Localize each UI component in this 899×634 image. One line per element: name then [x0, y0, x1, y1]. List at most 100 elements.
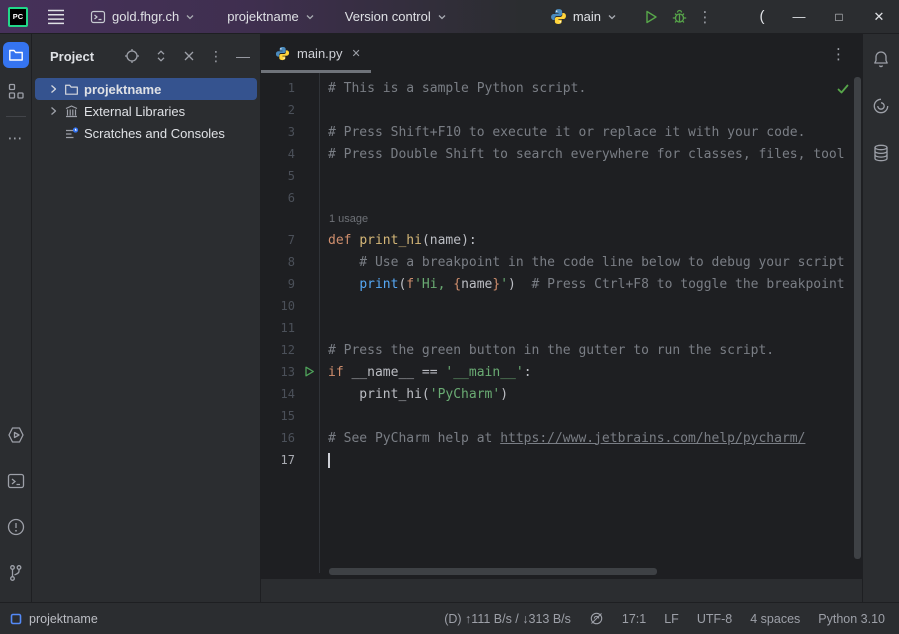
- code-text[interactable]: def print_hi(name):: [319, 233, 852, 248]
- gutter-line-4[interactable]: 4: [261, 143, 319, 165]
- library-icon: [64, 104, 84, 119]
- close-button[interactable]: ✕: [859, 2, 899, 32]
- code-line-2[interactable]: 2: [261, 99, 852, 121]
- expand-collapse-icon[interactable]: [153, 48, 169, 64]
- hide-panel-icon[interactable]: —: [236, 49, 250, 63]
- problems-tool-button[interactable]: [3, 514, 29, 540]
- gutter-line-2[interactable]: 2: [261, 99, 319, 121]
- debug-button[interactable]: [665, 4, 693, 30]
- code-line-7[interactable]: 7def print_hi(name):: [261, 229, 852, 251]
- project-tool-window: Project ⋮— projektnameExternal Libraries…: [32, 34, 261, 602]
- tab-close-icon[interactable]: ✕: [352, 47, 361, 60]
- remote-host-selector[interactable]: gold.fhgr.ch: [84, 5, 201, 29]
- code-line-11[interactable]: 11: [261, 317, 852, 339]
- code-line-1[interactable]: 1# This is a sample Python script.: [261, 77, 852, 99]
- vertical-scrollbar[interactable]: [854, 77, 861, 559]
- horizontal-scrollbar[interactable]: [329, 568, 657, 575]
- more-tool-windows-icon[interactable]: ⋯: [8, 129, 24, 147]
- crescent-icon[interactable]: (: [745, 8, 779, 25]
- code-line-13[interactable]: 13if __name__ == '__main__':: [261, 361, 852, 383]
- code-line-17[interactable]: 17: [261, 449, 852, 471]
- tab-options-icon[interactable]: ⋮: [831, 45, 846, 63]
- chevron-right-icon[interactable]: [48, 106, 64, 116]
- code-line-6[interactable]: 6: [261, 187, 852, 209]
- minimize-button[interactable]: —: [779, 2, 819, 32]
- code-text[interactable]: print_hi('PyCharm'): [319, 387, 852, 402]
- code-line-14[interactable]: 14 print_hi('PyCharm'): [261, 383, 852, 405]
- code-line-10[interactable]: 10: [261, 295, 852, 317]
- code-text[interactable]: # Press Shift+F10 to execute it or repla…: [319, 125, 852, 140]
- rail-divider: [6, 116, 26, 117]
- status-project-widget[interactable]: projektname: [10, 612, 98, 626]
- code-line-3[interactable]: 3# Press Shift+F10 to execute it or repl…: [261, 121, 852, 143]
- token: ': [500, 277, 508, 292]
- code-line-8[interactable]: 8 # Use a breakpoint in the code line be…: [261, 251, 852, 273]
- code-line-5[interactable]: 5: [261, 165, 852, 187]
- code-text[interactable]: [319, 453, 852, 468]
- terminal-tool-button[interactable]: [3, 468, 29, 494]
- tree-item-scratches-and-consoles[interactable]: Scratches and Consoles: [35, 122, 257, 144]
- locate-icon[interactable]: [124, 48, 140, 64]
- folderOutline-icon: [64, 82, 84, 97]
- gutter-line-1[interactable]: 1: [261, 77, 319, 99]
- gutter-line-11[interactable]: 11: [261, 317, 319, 339]
- token: def: [328, 233, 351, 248]
- file-encoding[interactable]: UTF-8: [697, 612, 732, 626]
- gutter-line-9[interactable]: 9: [261, 273, 319, 295]
- code-line-4[interactable]: 4# Press Double Shift to search everywhe…: [261, 143, 852, 165]
- vcs-widget[interactable]: Version control: [339, 5, 453, 28]
- chevron-right-icon[interactable]: [48, 84, 64, 94]
- tree-item-external-libraries[interactable]: External Libraries: [35, 100, 257, 122]
- gutter-line-8[interactable]: 8: [261, 251, 319, 273]
- gutter-line-16[interactable]: 16: [261, 427, 319, 449]
- gutter-line-15[interactable]: 15: [261, 405, 319, 427]
- project-tool-button[interactable]: [3, 42, 29, 68]
- ai-assistant-icon[interactable]: [868, 93, 894, 119]
- line-separator[interactable]: LF: [664, 612, 679, 626]
- caret-position[interactable]: 17:1: [622, 612, 646, 626]
- database-icon[interactable]: [868, 140, 894, 166]
- gutter-line-12[interactable]: 12: [261, 339, 319, 361]
- options-icon[interactable]: ⋮: [209, 49, 223, 63]
- code-text[interactable]: if __name__ == '__main__':: [319, 365, 852, 380]
- code-line-9[interactable]: 9 print(f'Hi, {name}') # Press Ctrl+F8 t…: [261, 273, 852, 295]
- collapse-all-icon[interactable]: [182, 49, 196, 63]
- code-text[interactable]: # This is a sample Python script.: [319, 81, 852, 96]
- maximize-button[interactable]: □: [819, 2, 859, 32]
- gutter-line-7[interactable]: 7: [261, 229, 319, 251]
- code-line-15[interactable]: 15: [261, 405, 852, 427]
- services-tool-button[interactable]: [3, 422, 29, 448]
- code-text[interactable]: # Press Double Shift to search everywher…: [319, 147, 852, 162]
- gutter-line-17[interactable]: 17: [261, 449, 319, 471]
- code-text[interactable]: # Press the green button in the gutter t…: [319, 343, 852, 358]
- run-configuration-selector[interactable]: main: [544, 4, 623, 29]
- python-interpreter[interactable]: Python 3.10: [818, 612, 885, 626]
- gutter-line-13[interactable]: 13: [261, 361, 319, 383]
- gutter-line-10[interactable]: 10: [261, 295, 319, 317]
- code-text[interactable]: # See PyCharm help at https://www.jetbra…: [319, 431, 852, 446]
- inspection-ok-icon[interactable]: [836, 82, 850, 100]
- gutter-line-6[interactable]: 6: [261, 187, 319, 209]
- structure-tool-button[interactable]: [3, 78, 29, 104]
- project-selector[interactable]: projektname: [221, 5, 321, 28]
- more-actions-icon[interactable]: ⋮: [693, 8, 717, 26]
- gutter-line-5[interactable]: 5: [261, 165, 319, 187]
- gutter-line-14[interactable]: 14: [261, 383, 319, 405]
- code-editor[interactable]: 1# This is a sample Python script.23# Pr…: [261, 73, 862, 578]
- run-line-button[interactable]: [303, 365, 315, 378]
- run-button[interactable]: [637, 4, 665, 30]
- usages-inlay-hint[interactable]: 1 usage: [261, 209, 852, 229]
- code-line-16[interactable]: 16# See PyCharm help at https://www.jetb…: [261, 427, 852, 449]
- tree-item-projektname[interactable]: projektname: [35, 78, 257, 100]
- git-tool-button[interactable]: [3, 560, 29, 586]
- indent-style[interactable]: 4 spaces: [750, 612, 800, 626]
- main-menu-icon[interactable]: [46, 8, 66, 26]
- code-text[interactable]: print(f'Hi, {name}') # Press Ctrl+F8 to …: [319, 277, 852, 292]
- highlighting-level-icon[interactable]: [589, 611, 604, 626]
- gutter-line-3[interactable]: 3: [261, 121, 319, 143]
- tab-main-py[interactable]: main.py ✕: [261, 34, 371, 73]
- token: name: [461, 277, 492, 292]
- notifications-bell-icon[interactable]: [868, 46, 894, 72]
- code-line-12[interactable]: 12# Press the green button in the gutter…: [261, 339, 852, 361]
- code-text[interactable]: # Use a breakpoint in the code line belo…: [319, 255, 852, 270]
